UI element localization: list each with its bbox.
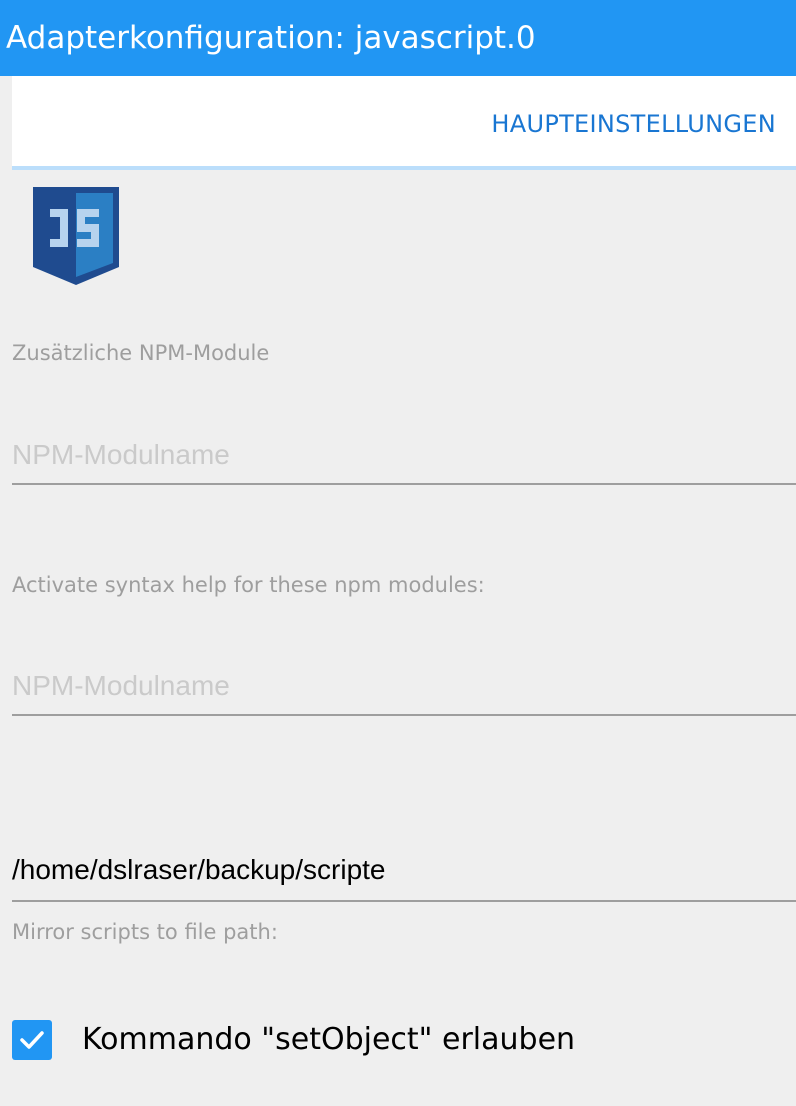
syntax-help-label: Activate syntax help for these npm modul… — [12, 573, 485, 597]
mirror-path-input[interactable] — [12, 840, 796, 902]
syntax-help-module-input[interactable] — [12, 656, 796, 716]
npm-module-input[interactable] — [12, 425, 796, 485]
mirror-path-label: Mirror scripts to file path: — [12, 920, 278, 944]
set-object-checkbox[interactable] — [12, 1020, 52, 1060]
tab-main-settings[interactable]: HAUPTEINSTELLUNGEN — [491, 76, 776, 166]
checkmark-icon — [20, 1031, 44, 1049]
tab-bar: HAUPTEINSTELLUNGEN — [12, 76, 796, 170]
npm-modules-label: Zusätzliche NPM-Module — [12, 341, 270, 365]
javascript-logo-icon — [33, 187, 119, 285]
window-title: Adapterkonfiguration: javascript.0 — [6, 20, 536, 56]
set-object-label: Kommando "setObject" erlauben — [82, 1022, 576, 1057]
window-title-bar: Adapterkonfiguration: javascript.0 — [0, 0, 796, 76]
